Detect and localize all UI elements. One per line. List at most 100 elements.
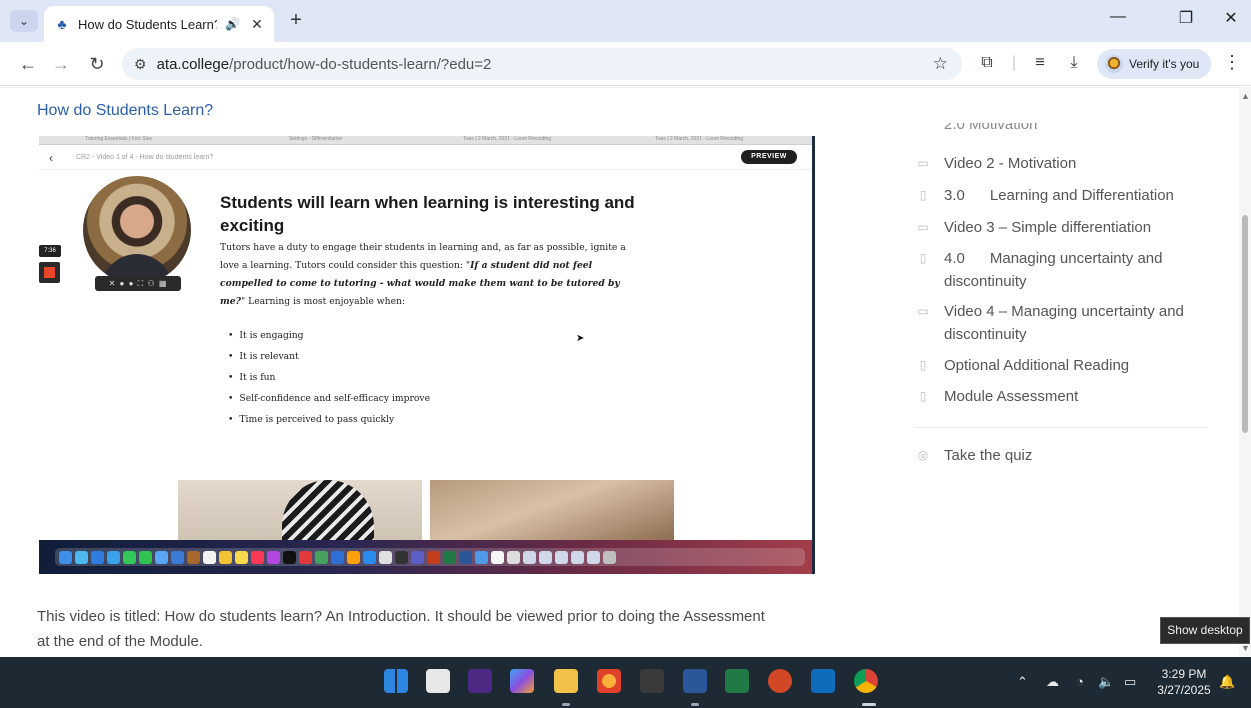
quiz-label: Take the quiz (944, 447, 1033, 464)
scroll-down-icon[interactable]: ▼ (1241, 643, 1250, 653)
lesson-list: It is engaging It is relevant It is fun … (228, 325, 430, 430)
chevron-up-icon[interactable]: ⌃ (1017, 674, 1028, 690)
dock-app-icon (123, 550, 136, 564)
tab-strip: ⌄ ♣ How do Students Learn? - A 🔊 ✕ + — ❐… (0, 0, 1251, 42)
task-view-icon[interactable] (426, 669, 450, 693)
curriculum-item[interactable]: ▯ 3.0 Learning and Differentiation (914, 184, 1214, 207)
cloud-icon[interactable]: ☁ (1046, 674, 1059, 690)
dock-app-icon (75, 550, 88, 564)
course-title[interactable]: How do Students Learn? (37, 102, 213, 120)
forward-button[interactable]: → (49, 52, 73, 76)
word-icon[interactable] (683, 669, 707, 693)
wifi-icon[interactable]: ◔ (1076, 674, 1084, 689)
curriculum-item-label: 4.0 Managing uncertainty and discontinui… (944, 250, 1167, 290)
lesson-video[interactable]: Tutoring Essentials | Kick Sies Settings… (39, 136, 815, 574)
webcam-bubble (83, 176, 191, 284)
video-breadcrumb: CR2 - Video 1 of 4 - How do students lea… (76, 154, 214, 161)
outlook-icon[interactable] (811, 669, 835, 693)
tune-icon[interactable]: ⚙ (134, 56, 147, 73)
url-host: ata.college (156, 55, 230, 73)
curriculum-item-label: Module Assessment (944, 388, 1079, 405)
chrome-icon[interactable] (854, 669, 878, 693)
speaker-icon[interactable]: 🔊 (225, 17, 240, 31)
photo-child-reading (430, 480, 674, 540)
dock-app-icon (347, 550, 360, 564)
curriculum-item-label: Optional Additional Reading (944, 357, 1130, 374)
app-icon[interactable] (468, 669, 492, 693)
video-tab: Tutoring Essentials | Kick Sies (85, 136, 152, 142)
accent-bar (812, 171, 815, 361)
puzzle-icon[interactable]: ⧉ (976, 54, 998, 72)
profile-verify-button[interactable]: Verify it's you (1097, 49, 1211, 79)
tab-title: How do Students Learn? - A (78, 16, 217, 32)
list-icon[interactable]: ≡ (1029, 54, 1051, 72)
firefox-icon[interactable] (597, 669, 621, 693)
star-icon[interactable]: ☆ (933, 54, 948, 74)
curriculum-item[interactable]: ▭ Video 2 - Motivation (914, 152, 1214, 175)
curriculum-item[interactable]: ▯ Optional Additional Reading (914, 354, 1214, 377)
notification-bell-icon[interactable]: 🔔 (1219, 674, 1235, 690)
copilot-icon[interactable] (510, 669, 534, 693)
trash-icon (603, 550, 616, 564)
windows-taskbar: ⌃ ☁ ◔ 🔈 ▭ 3:29 PM 3/27/2025 🔔 (0, 657, 1251, 708)
excel-icon[interactable] (725, 669, 749, 693)
quiz-item[interactable]: ◎ Take the quiz (914, 444, 1214, 467)
dock-app-icon (523, 550, 536, 564)
webcam-controls: ✕ ● ● ⛶ ⚇ ▦ (95, 276, 181, 291)
clock-date: 3/27/2025 (1157, 683, 1211, 697)
curriculum-item[interactable]: ▭ Video 3 – Simple differentiation (914, 216, 1214, 239)
curriculum-item-label: Video 2 - Motivation (944, 155, 1077, 172)
curriculum-item-partial: 2.0 Motivation (944, 123, 1038, 133)
calendar-icon[interactable] (640, 669, 664, 693)
curriculum-item[interactable]: ▯ Module Assessment (914, 385, 1214, 408)
scroll-up-icon[interactable]: ▲ (1241, 91, 1250, 101)
curriculum-item-label: 3.0 Learning and Differentiation (944, 187, 1174, 204)
battery-icon[interactable]: ▭ (1124, 674, 1136, 690)
chevron-down-icon: ⌄ (18, 14, 30, 28)
dock-app-icon (107, 550, 120, 564)
list-item: Self-confidence and self-efficacy improv… (228, 388, 430, 409)
video-tab: Tues | 2 March, 2021 - Loom Recording (463, 136, 552, 142)
curriculum-item[interactable]: ▭ Video 4 – Managing uncertainty and dis… (914, 300, 1214, 346)
minimize-button[interactable]: — (1098, 8, 1138, 26)
browser-tab[interactable]: ♣ How do Students Learn? - A 🔊 ✕ (44, 6, 274, 42)
dock-app-icon (587, 550, 600, 564)
restore-button[interactable]: ❐ (1166, 8, 1206, 28)
url-text[interactable]: ata.college/product/how-do-students-lear… (157, 56, 492, 73)
close-tab-icon[interactable]: ✕ (248, 16, 266, 33)
download-icon[interactable]: ⤓ (1063, 54, 1085, 72)
start-icon[interactable] (384, 669, 408, 693)
video-icon: ▭ (917, 304, 929, 318)
toolbar-divider: | (1011, 54, 1017, 71)
dock-app-icon (251, 550, 264, 564)
new-tab-button[interactable]: + (284, 10, 308, 32)
address-bar[interactable]: ⚙ ata.college/product/how-do-students-le… (122, 48, 962, 80)
mac-dock (39, 540, 812, 574)
dock-app-icon (155, 550, 168, 564)
tab-search-button[interactable]: ⌄ (10, 10, 38, 32)
close-window-button[interactable]: ✕ (1211, 8, 1251, 28)
page-scrollbar[interactable]: ▲ ▼ (1239, 87, 1251, 657)
curriculum-item[interactable]: ▯ 4.0 Managing uncertainty and discontin… (914, 247, 1214, 293)
back-button[interactable]: ← (16, 52, 40, 76)
dock-app-icon (459, 550, 472, 564)
kebab-icon[interactable]: ⋮ (1222, 52, 1242, 73)
hat-shape (282, 480, 374, 540)
dock-app-icon (299, 550, 312, 564)
avatar (1105, 55, 1123, 73)
scroll-thumb[interactable] (1242, 215, 1248, 433)
clock[interactable]: 3:29 PM 3/27/2025 (1154, 666, 1214, 698)
url-path: /product/how-do-students-learn/?edu=2 (229, 55, 492, 73)
video-tab: Settings - Differentiation (289, 136, 343, 142)
dock-app-icon (139, 550, 152, 564)
video-tab-strip: Tutoring Essentials | Kick Sies Settings… (39, 136, 812, 145)
dock-app-icon (571, 550, 584, 564)
curriculum-item-label: Video 4 – Managing uncertainty and disco… (944, 303, 1184, 343)
show-desktop-tooltip: Show desktop (1160, 617, 1250, 644)
lesson-heading: Students will learn when learning is int… (220, 193, 635, 235)
volume-icon[interactable]: 🔈 (1098, 674, 1114, 690)
folder-icon[interactable] (554, 669, 578, 693)
video-icon: ▭ (917, 156, 929, 170)
reload-button[interactable]: ↻ (85, 52, 109, 76)
powerpoint-icon[interactable] (768, 669, 792, 693)
